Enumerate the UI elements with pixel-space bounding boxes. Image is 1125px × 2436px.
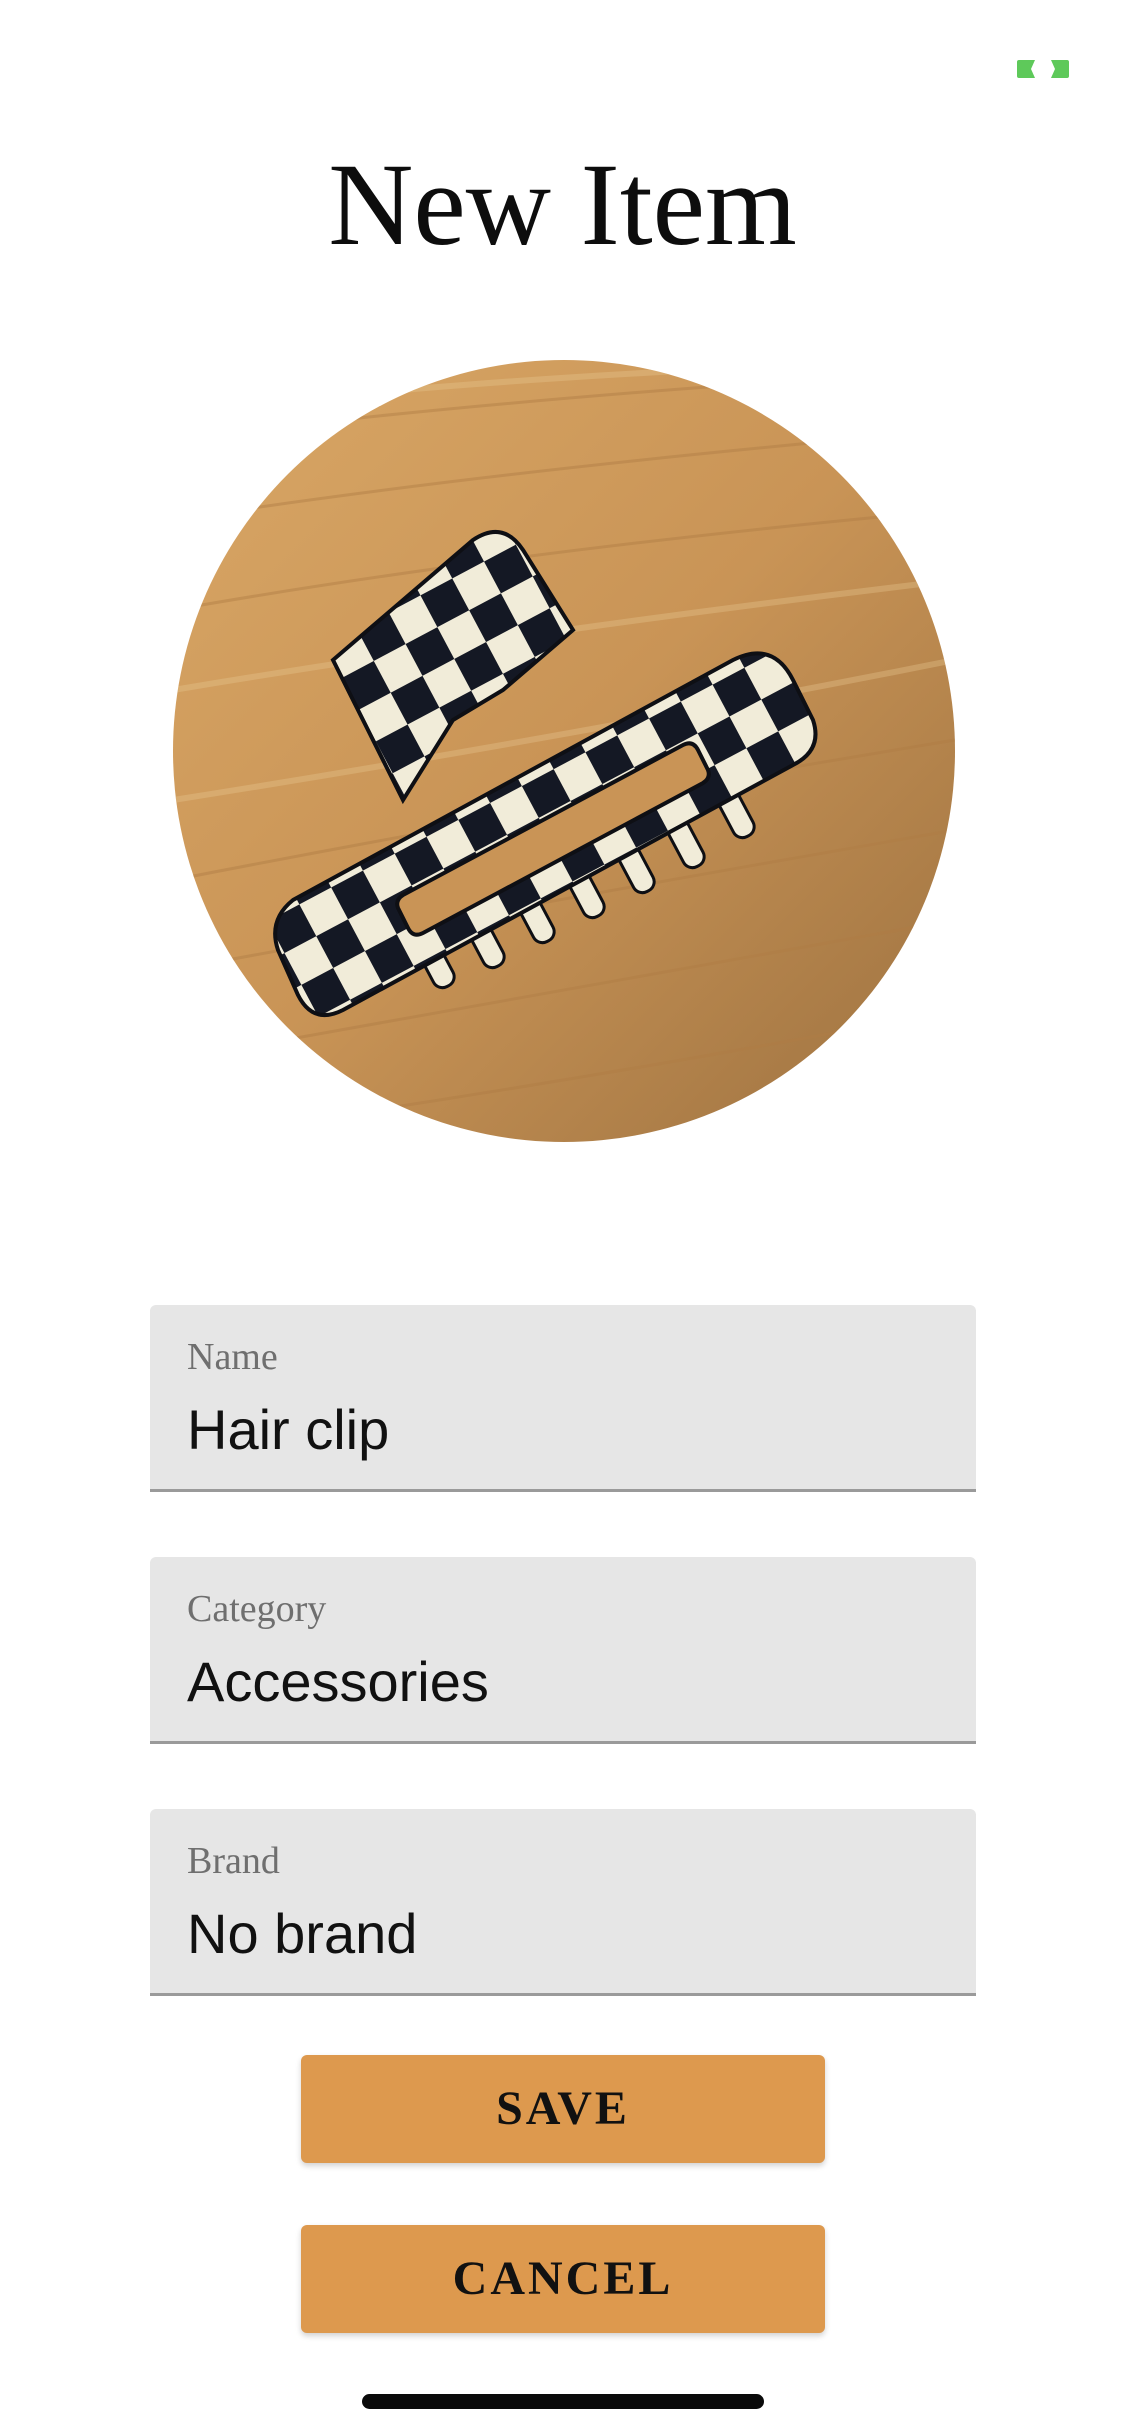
name-input[interactable]: Hair clip bbox=[187, 1395, 389, 1465]
name-label: Name bbox=[187, 1336, 278, 1378]
category-input[interactable]: Accessories bbox=[187, 1647, 489, 1717]
category-field[interactable]: Category Accessories bbox=[150, 1557, 976, 1744]
save-button[interactable]: SAVE bbox=[301, 2055, 825, 2163]
brand-label: Brand bbox=[187, 1840, 280, 1882]
home-indicator[interactable] bbox=[362, 2394, 764, 2409]
brand-input[interactable]: No brand bbox=[187, 1899, 417, 1969]
name-field[interactable]: Name Hair clip bbox=[150, 1305, 976, 1492]
item-photo[interactable] bbox=[173, 360, 955, 1142]
category-label: Category bbox=[187, 1588, 327, 1630]
camera-active-icon bbox=[1015, 58, 1071, 80]
page-title: New Item bbox=[328, 139, 797, 270]
brand-field[interactable]: Brand No brand bbox=[150, 1809, 976, 1996]
cancel-button[interactable]: CANCEL bbox=[301, 2225, 825, 2333]
